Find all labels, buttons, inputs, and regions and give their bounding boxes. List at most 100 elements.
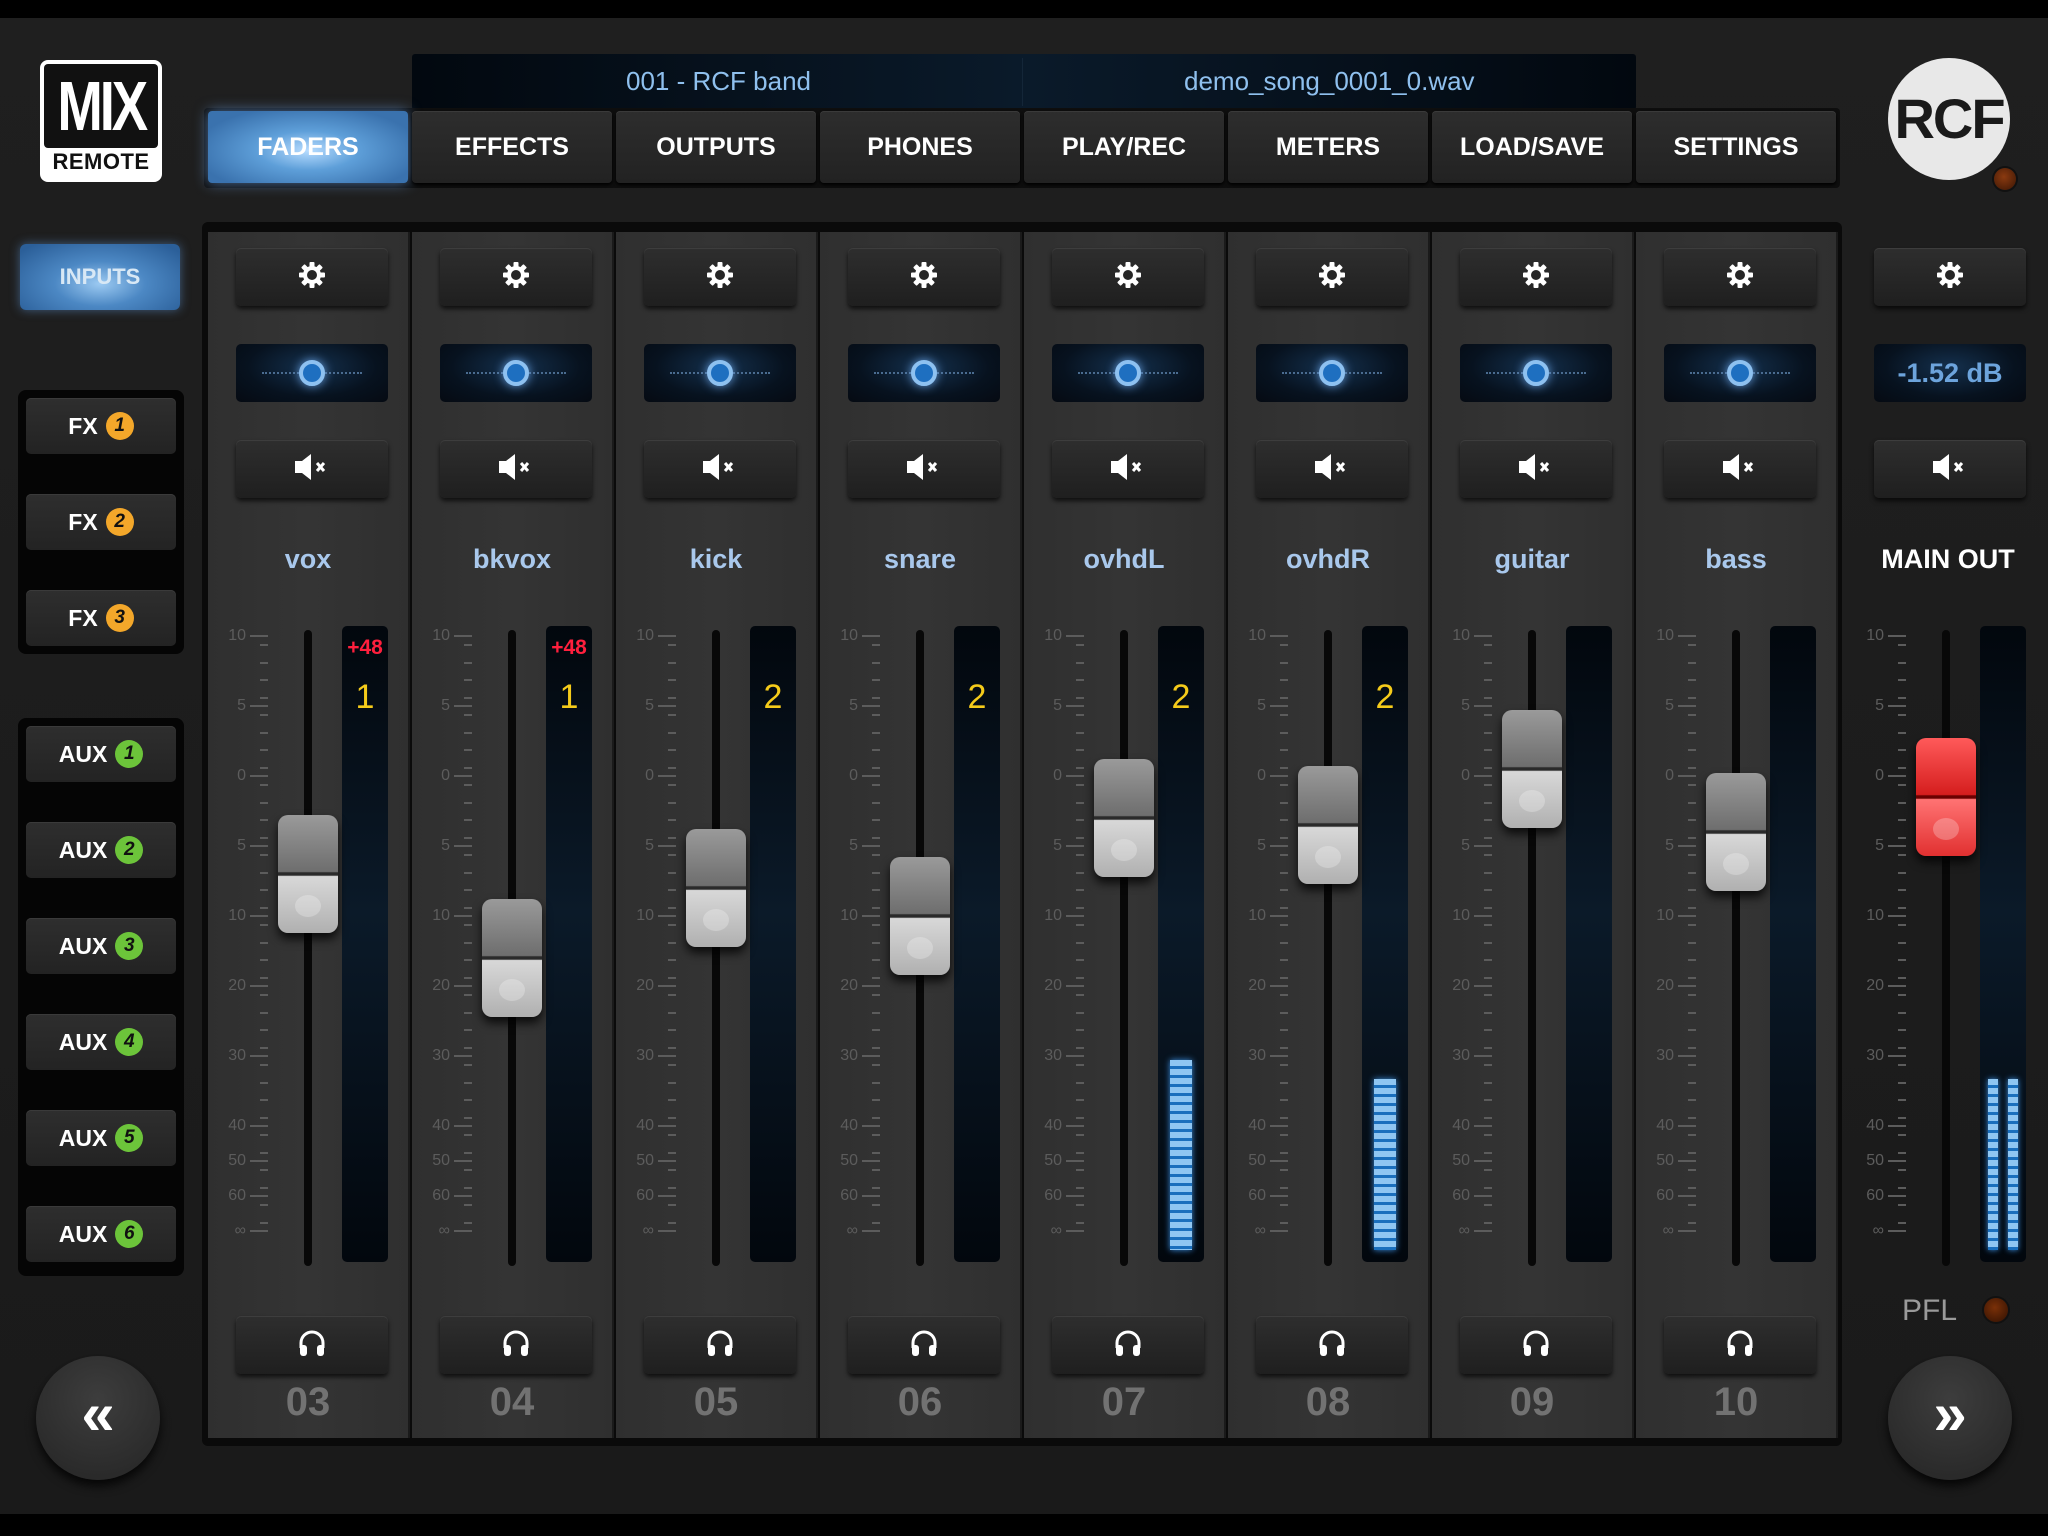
next-page-button[interactable]: » [1888, 1356, 2012, 1480]
fader-cap[interactable] [1502, 710, 1562, 828]
channel-name[interactable]: ovhdL [1024, 544, 1224, 575]
channel-name[interactable]: guitar [1432, 544, 1632, 575]
fx-2-button[interactable]: FX 2 [26, 494, 176, 550]
scale-tick-major [250, 845, 268, 847]
scale-tick-minor [1076, 714, 1084, 716]
fx-3-button[interactable]: FX 3 [26, 590, 176, 646]
pan-knob[interactable] [1523, 360, 1549, 386]
scale-tick-minor [1280, 889, 1288, 891]
fader-cap[interactable] [1298, 766, 1358, 884]
scale-tick-minor [1898, 714, 1906, 716]
aux-4-button[interactable]: AUX 4 [26, 1014, 176, 1070]
scale-tick-minor [1076, 801, 1084, 804]
channel-settings-button[interactable] [440, 248, 592, 306]
pan-slider[interactable] [1052, 344, 1204, 402]
pan-knob[interactable] [1727, 360, 1753, 386]
pan-knob[interactable] [503, 360, 529, 386]
pfl-headphones-button[interactable] [236, 1316, 388, 1374]
main-settings-button[interactable] [1874, 248, 2026, 306]
tab-meters[interactable]: METERS [1228, 111, 1428, 183]
aux-3-button[interactable]: AUX 3 [26, 918, 176, 974]
aux-1-button[interactable]: AUX 1 [26, 726, 176, 782]
aux-5-button[interactable]: AUX 5 [26, 1110, 176, 1166]
scale-label: 0 [1257, 767, 1266, 784]
tab-outputs[interactable]: OUTPUTS [616, 111, 816, 183]
fx-1-button[interactable]: FX 1 [26, 398, 176, 454]
scale-tick-minor [1484, 924, 1492, 926]
prev-page-button[interactable]: « [36, 1356, 160, 1480]
main-fader-cap[interactable] [1916, 738, 1976, 857]
channel-name[interactable]: ovhdR [1228, 544, 1428, 575]
channel-name[interactable]: bkvox [412, 544, 612, 575]
pan-slider[interactable] [848, 344, 1000, 402]
pfl-headphones-button[interactable] [848, 1316, 1000, 1374]
tab-play-rec[interactable]: PLAY/REC [1024, 111, 1224, 183]
tab-phones[interactable]: PHONES [820, 111, 1020, 183]
aux-2-button[interactable]: AUX 2 [26, 822, 176, 878]
channel-settings-button[interactable] [1052, 248, 1204, 306]
fader-cap[interactable] [1706, 773, 1766, 891]
song-file[interactable]: demo_song_0001_0.wav [1184, 66, 1475, 97]
channel-settings-button[interactable] [236, 248, 388, 306]
mute-button[interactable] [1256, 440, 1408, 498]
pan-knob[interactable] [299, 360, 325, 386]
channel-settings-button[interactable] [644, 248, 796, 306]
scale-tick-minor [464, 1186, 472, 1189]
pan-slider[interactable] [1256, 344, 1408, 402]
mute-button[interactable] [1052, 440, 1204, 498]
channel-number: 04 [489, 1380, 535, 1424]
pan-slider[interactable] [644, 344, 796, 402]
tab-load-save[interactable]: LOAD/SAVE [1432, 111, 1632, 183]
mute-button[interactable] [1664, 440, 1816, 498]
inputs-button[interactable]: INPUTS [20, 244, 180, 310]
channel-name[interactable]: kick [616, 544, 816, 575]
scale-tick-minor [260, 976, 268, 979]
fader-cap[interactable] [686, 829, 746, 947]
tab-settings[interactable]: SETTINGS [1636, 111, 1836, 183]
scale-tick-minor [260, 854, 268, 856]
tab-faders[interactable]: FADERS [208, 111, 408, 183]
pan-knob[interactable] [707, 360, 733, 386]
pan-knob[interactable] [1115, 360, 1141, 386]
scale-tick-minor [1484, 1081, 1492, 1084]
pfl-headphones-button[interactable] [440, 1316, 592, 1374]
pfl-headphones-button[interactable] [1664, 1316, 1816, 1374]
pan-slider[interactable] [440, 344, 592, 402]
channel-settings-button[interactable] [848, 248, 1000, 306]
mute-button[interactable] [236, 440, 388, 498]
scene-name[interactable]: 001 - RCF band [626, 66, 811, 97]
pan-slider[interactable] [1460, 344, 1612, 402]
pfl-headphones-button[interactable] [1460, 1316, 1612, 1374]
fader-cap[interactable] [890, 857, 950, 975]
mute-button[interactable] [644, 440, 796, 498]
pan-slider[interactable] [1664, 344, 1816, 402]
mute-button[interactable] [440, 440, 592, 498]
fader-cap[interactable] [1094, 759, 1154, 877]
tab-effects[interactable]: EFFECTS [412, 111, 612, 183]
mute-button[interactable] [1460, 440, 1612, 498]
pan-knob[interactable] [1319, 360, 1345, 386]
channel-settings-button[interactable] [1256, 248, 1408, 306]
scale-tick-major [1888, 1195, 1906, 1197]
channel-settings-button[interactable] [1460, 248, 1612, 306]
scale-tick-minor [1484, 994, 1492, 996]
fader-cap[interactable] [482, 899, 542, 1017]
fader-cap[interactable] [278, 815, 338, 933]
scale-tick-minor [1076, 871, 1084, 874]
pfl-headphones-button[interactable] [1256, 1316, 1408, 1374]
channel-name[interactable]: snare [820, 544, 1020, 575]
main-mute-button[interactable] [1874, 440, 2026, 498]
group-number: 2 [1171, 678, 1191, 716]
channel-settings-button[interactable] [1664, 248, 1816, 306]
channel-name[interactable]: bass [1636, 544, 1836, 575]
pfl-headphones-button[interactable] [1052, 1316, 1204, 1374]
pan-slider[interactable] [236, 344, 388, 402]
channel-name[interactable]: vox [208, 544, 408, 575]
pfl-headphones-button[interactable] [644, 1316, 796, 1374]
pan-knob[interactable] [911, 360, 937, 386]
scale-tick-minor [260, 784, 268, 786]
level-meter: 2 [1158, 626, 1204, 1262]
mute-button[interactable] [848, 440, 1000, 498]
aux-6-button[interactable]: AUX 6 [26, 1206, 176, 1262]
scale-tick-major [250, 635, 268, 637]
